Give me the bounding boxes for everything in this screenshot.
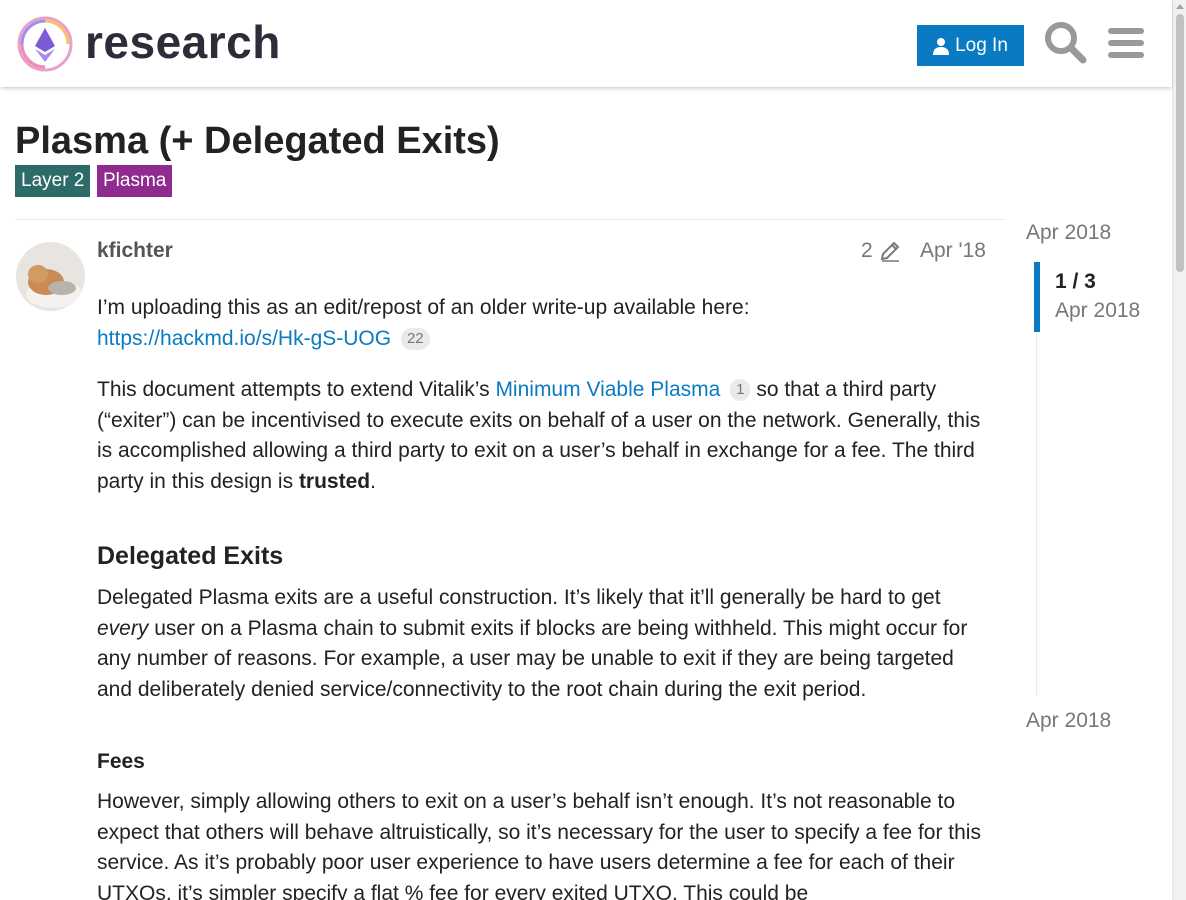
link-click-count-badge: 1 xyxy=(730,379,751,401)
post-text: Delegated Plasma exits are a useful cons… xyxy=(97,586,941,609)
timeline-position-date: Apr 2018 xyxy=(1055,299,1141,322)
page-scrollbar[interactable] xyxy=(1172,0,1186,900)
timeline-end-date[interactable]: Apr 2018 xyxy=(1026,709,1111,733)
hamburger-menu-icon[interactable] xyxy=(1106,25,1146,61)
search-icon[interactable] xyxy=(1043,20,1087,64)
post-paragraph: I’m uploading this as an edit/repost of … xyxy=(97,293,992,354)
section-heading-delegated-exits: Delegated Exits xyxy=(97,542,284,570)
post-emphasis-text: every xyxy=(97,616,149,640)
post-text: . xyxy=(370,469,376,493)
timeline-start-date[interactable]: Apr 2018 xyxy=(1026,221,1111,245)
avatar[interactable] xyxy=(16,242,85,311)
user-icon xyxy=(933,37,950,55)
edit-count: 2 xyxy=(861,239,873,262)
avatar-image-icon xyxy=(16,242,85,311)
post-text: I’m uploading this as an edit/repost of … xyxy=(97,296,750,319)
link-click-count-badge: 22 xyxy=(400,327,430,350)
scroll-up-arrow-icon[interactable] xyxy=(1176,4,1184,9)
post-text: This document attempts to extend Vitalik… xyxy=(97,378,496,401)
post-content: I’m uploading this as an edit/repost of … xyxy=(97,293,992,900)
login-button-label: Log In xyxy=(955,34,1008,56)
post-paragraph: This document attempts to extend Vitalik… xyxy=(97,375,992,497)
site-logo-text[interactable]: research xyxy=(85,14,281,70)
hackmd-link[interactable]: https://hackmd.io/s/Hk-gS-UOG xyxy=(97,327,391,350)
scrollbar-thumb[interactable] xyxy=(1176,14,1184,272)
login-button[interactable]: Log In xyxy=(917,25,1024,66)
post-edit-history[interactable]: 2 xyxy=(861,239,901,263)
post-divider xyxy=(15,219,1004,220)
post-bold-text: trusted xyxy=(298,469,371,493)
post-text: user on a Plasma chain to submit exits i… xyxy=(97,616,968,701)
post-paragraph: However, simply allowing others to exit … xyxy=(97,790,981,900)
timeline-position: 1 / 3 xyxy=(1055,270,1096,293)
post-paragraph: Delegated Plasma exits are a useful cons… xyxy=(97,583,992,705)
post-author-username[interactable]: kfichter xyxy=(97,239,173,263)
minimum-viable-plasma-link[interactable]: Minimum Viable Plasma xyxy=(495,378,720,401)
timeline-scroll-handle[interactable] xyxy=(1034,262,1040,332)
site-header: research Log In xyxy=(0,0,1172,87)
topic-title[interactable]: Plasma (+ Delegated Exits) xyxy=(15,120,500,163)
post-date[interactable]: Apr '18 xyxy=(920,239,986,263)
site-logo-icon[interactable] xyxy=(16,15,74,73)
category-tag-plasma[interactable]: Plasma xyxy=(97,165,173,197)
pencil-icon xyxy=(880,241,900,262)
section-heading-fees: Fees xyxy=(97,750,145,773)
category-tag-layer-2[interactable]: Layer 2 xyxy=(15,165,91,197)
